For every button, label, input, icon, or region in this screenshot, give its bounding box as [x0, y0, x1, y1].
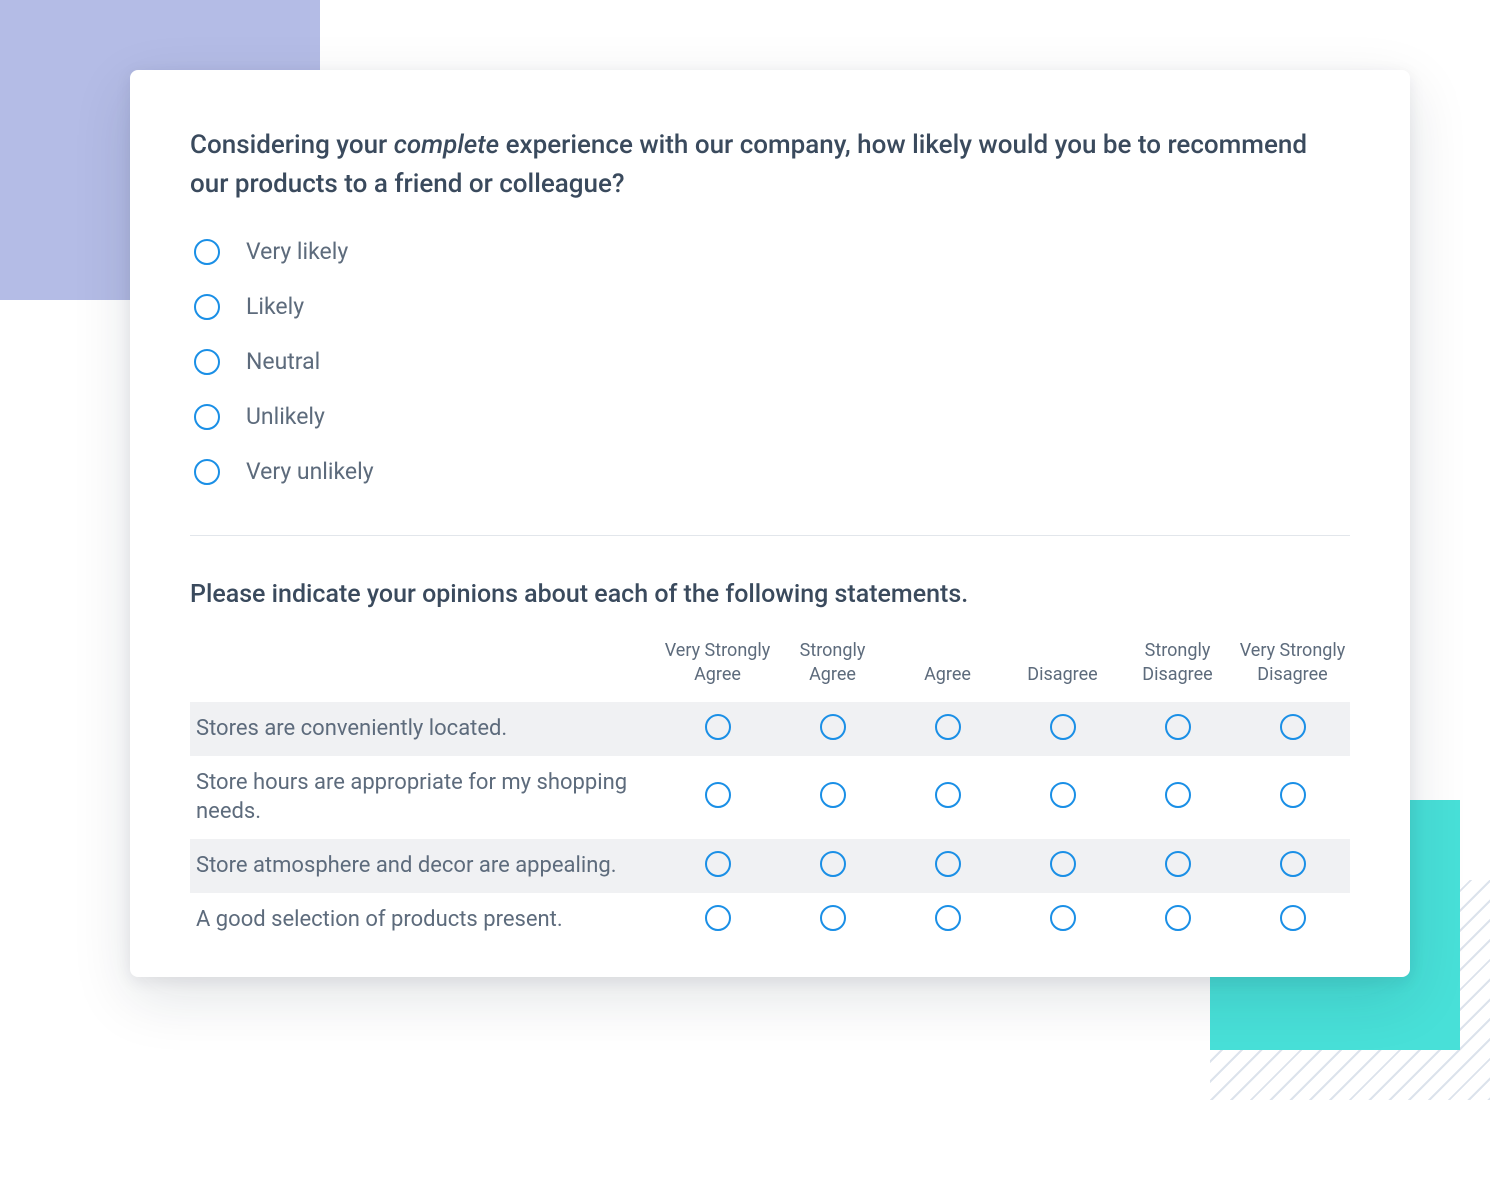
- matrix-radio[interactable]: [820, 905, 846, 931]
- question-1-text: Considering your complete experience wit…: [190, 126, 1350, 204]
- matrix-radio[interactable]: [935, 905, 961, 931]
- matrix-col-header: Very Strongly Agree: [660, 633, 775, 702]
- radio-icon: [194, 404, 220, 430]
- question-1-options: Very likely Likely Neutral Unlikely Very…: [194, 238, 1350, 485]
- matrix-col-header: Agree: [890, 633, 1005, 702]
- matrix-col-header: Very Strongly Disagree: [1235, 633, 1350, 702]
- matrix-radio[interactable]: [1050, 905, 1076, 931]
- radio-label: Likely: [246, 293, 304, 320]
- matrix-row-label: Stores are conveniently located.: [190, 702, 660, 756]
- divider: [190, 535, 1350, 536]
- matrix-radio[interactable]: [1165, 782, 1191, 808]
- matrix-radio[interactable]: [1280, 905, 1306, 931]
- matrix-radio[interactable]: [935, 851, 961, 877]
- matrix-radio[interactable]: [705, 905, 731, 931]
- matrix-col-header: Strongly Agree: [775, 633, 890, 702]
- survey-card: Considering your complete experience wit…: [130, 70, 1410, 977]
- matrix-row: Store atmosphere and decor are appealing…: [190, 839, 1350, 893]
- radio-icon: [194, 239, 220, 265]
- matrix-radio[interactable]: [1165, 905, 1191, 931]
- radio-icon: [194, 294, 220, 320]
- matrix-col-header: Disagree: [1005, 633, 1120, 702]
- radio-label: Very unlikely: [246, 458, 374, 485]
- matrix-row: Store hours are appropriate for my shopp…: [190, 756, 1350, 839]
- question-2-text: Please indicate your opinions about each…: [190, 580, 1350, 609]
- radio-label: Unlikely: [246, 403, 325, 430]
- matrix-row-label: A good selection of products present.: [190, 893, 660, 947]
- matrix-radio[interactable]: [1280, 782, 1306, 808]
- radio-label: Very likely: [246, 238, 348, 265]
- radio-option-unlikely[interactable]: Unlikely: [194, 403, 1350, 430]
- radio-label: Neutral: [246, 348, 320, 375]
- matrix-corner: [190, 633, 660, 702]
- matrix-col-header: Strongly Disagree: [1120, 633, 1235, 702]
- matrix-row: A good selection of products present.: [190, 893, 1350, 947]
- matrix-radio[interactable]: [1050, 714, 1076, 740]
- matrix-radio[interactable]: [1280, 851, 1306, 877]
- matrix-radio[interactable]: [820, 782, 846, 808]
- q1-emphasis: complete: [394, 130, 499, 160]
- matrix-radio[interactable]: [820, 851, 846, 877]
- matrix-row: Stores are conveniently located.: [190, 702, 1350, 756]
- matrix-radio[interactable]: [1050, 782, 1076, 808]
- matrix-radio[interactable]: [1280, 714, 1306, 740]
- matrix-radio[interactable]: [1165, 714, 1191, 740]
- matrix-radio[interactable]: [705, 851, 731, 877]
- radio-option-neutral[interactable]: Neutral: [194, 348, 1350, 375]
- matrix-row-label: Store hours are appropriate for my shopp…: [190, 756, 660, 839]
- matrix-table: Very Strongly Agree Strongly Agree Agree…: [190, 633, 1350, 947]
- matrix-header-row: Very Strongly Agree Strongly Agree Agree…: [190, 633, 1350, 702]
- matrix-radio[interactable]: [935, 714, 961, 740]
- matrix-radio[interactable]: [1050, 851, 1076, 877]
- matrix-radio[interactable]: [1165, 851, 1191, 877]
- matrix-row-label: Store atmosphere and decor are appealing…: [190, 839, 660, 893]
- matrix-radio[interactable]: [705, 782, 731, 808]
- radio-icon: [194, 349, 220, 375]
- radio-option-very-unlikely[interactable]: Very unlikely: [194, 458, 1350, 485]
- matrix-radio[interactable]: [935, 782, 961, 808]
- q1-prefix: Considering your: [190, 130, 394, 160]
- radio-option-very-likely[interactable]: Very likely: [194, 238, 1350, 265]
- matrix-radio[interactable]: [820, 714, 846, 740]
- matrix-radio[interactable]: [705, 714, 731, 740]
- radio-option-likely[interactable]: Likely: [194, 293, 1350, 320]
- radio-icon: [194, 459, 220, 485]
